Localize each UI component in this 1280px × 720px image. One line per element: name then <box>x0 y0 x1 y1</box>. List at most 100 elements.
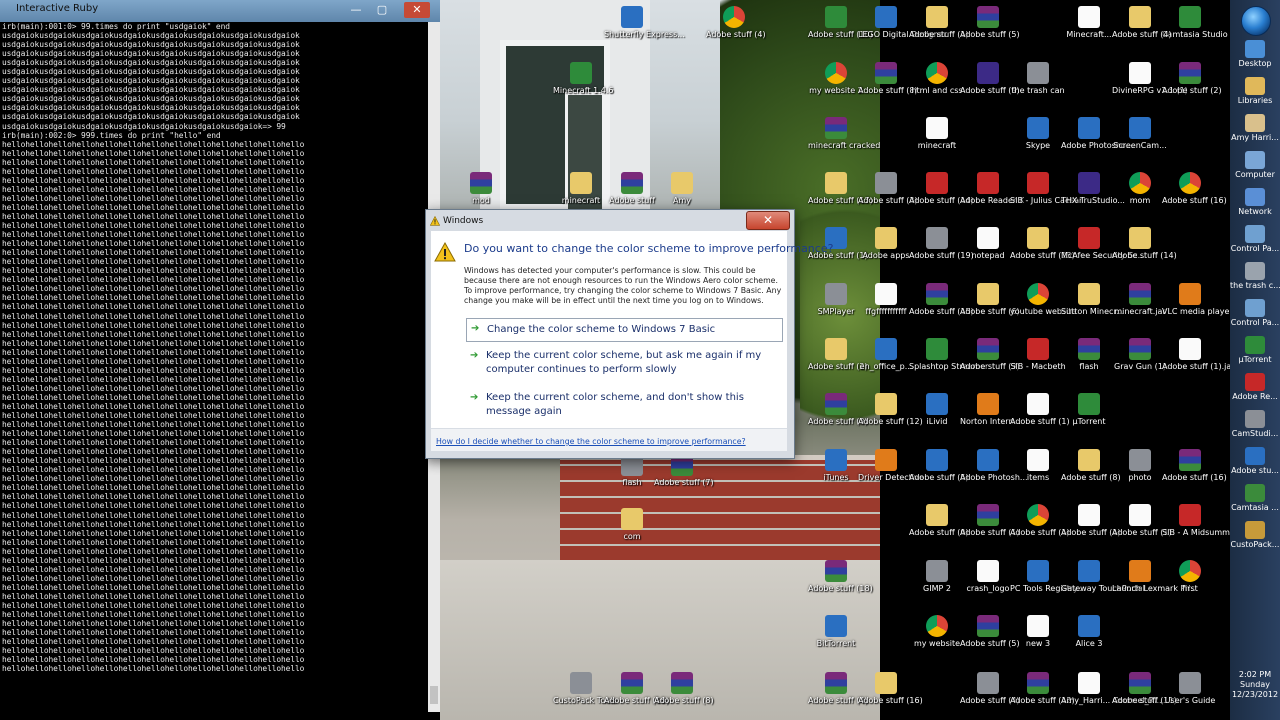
desktop-icon[interactable]: Adobe apps <box>858 227 914 261</box>
desktop-icon[interactable]: Adobe stuff (1) <box>1061 504 1121 538</box>
help-link[interactable]: How do I decide whether to change the co… <box>436 437 746 446</box>
option-keep-ask-again[interactable]: ➔ Keep the current color scheme, but ask… <box>466 349 781 379</box>
desktop-icon[interactable]: minecraft.jar <box>1112 283 1168 317</box>
desktop-icon[interactable]: Sutton Minecr... <box>1061 283 1124 317</box>
desktop-icon[interactable]: Adobe stuff (3) <box>808 393 868 427</box>
desktop-icon[interactable]: THX TruStudio... <box>1061 172 1125 206</box>
desktop-icon[interactable]: Adobe stuff (9) <box>909 504 969 538</box>
desktop-icon[interactable]: my website <box>909 615 965 649</box>
desktop-icon[interactable]: Adobe Photosho... <box>1061 117 1133 151</box>
desktop-icon[interactable]: Minecraft 1.4.6 <box>553 62 613 96</box>
taskbar-item[interactable]: Computer <box>1230 151 1280 179</box>
desktop-icon[interactable]: ffgfffffffffff <box>858 283 914 317</box>
desktop-icon[interactable]: crash_logo <box>960 560 1016 594</box>
desktop-icon[interactable]: html and css <box>909 62 965 96</box>
desktop-icon[interactable]: Adobe stuff (8) <box>654 672 714 706</box>
desktop-icon[interactable]: User's Guide <box>1162 672 1218 706</box>
desktop-icon[interactable]: items <box>1010 449 1066 483</box>
taskbar-item[interactable]: CamStudi... <box>1230 410 1280 438</box>
desktop-icon[interactable]: Adobe stuff (4) <box>808 672 868 706</box>
desktop-icon[interactable]: BitTorrent <box>808 615 864 649</box>
desktop-icon[interactable]: flash <box>1061 338 1117 372</box>
desktop-icon[interactable]: flash <box>604 454 660 488</box>
desktop-icon[interactable]: Adobe stuff (3) <box>960 338 1020 372</box>
desktop-icon[interactable]: my website 2 <box>808 62 864 96</box>
desktop-icon[interactable]: Adobe stuff (1) <box>1010 393 1070 427</box>
taskbar-item[interactable]: µTorrent <box>1230 336 1280 364</box>
desktop-icon[interactable]: Adobe stuff (19) <box>909 227 974 261</box>
desktop-icon[interactable]: Adobe stuff (1) <box>1112 504 1172 538</box>
desktop-icon[interactable]: Adobe stuff (16) <box>858 672 923 706</box>
desktop-icon[interactable]: iTunes <box>808 449 864 483</box>
desktop-icon[interactable]: Grav Gun (1) <box>1112 338 1168 372</box>
desktop-icon[interactable]: Alice 3 <box>1061 615 1117 649</box>
desktop-icon[interactable]: Amy <box>654 172 710 206</box>
desktop-icon[interactable]: Shutterfly Express... <box>604 6 685 40</box>
desktop-icon[interactable]: Driver Detective <box>858 449 924 483</box>
desktop-icon[interactable]: Adobe stuff <box>604 172 660 206</box>
desktop-icon[interactable]: GIMP 2 <box>909 560 965 594</box>
desktop-icon[interactable]: Skype <box>1010 117 1066 151</box>
desktop-icon[interactable]: minecraft <box>553 172 609 206</box>
desktop-icon[interactable]: µTorrent <box>1061 393 1117 427</box>
option-change-to-basic[interactable]: ➔ Change the color scheme to Windows 7 B… <box>466 318 783 342</box>
desktop-icon[interactable]: Gateway TouchPortal <box>1061 560 1145 594</box>
desktop-icon[interactable]: first <box>1162 560 1218 594</box>
desktop-icon[interactable]: SIB - Macbeth <box>1010 338 1066 372</box>
desktop-icon[interactable]: PC Tools Registry... <box>1010 560 1084 594</box>
desktop-icon[interactable]: Adobe stuff (1) <box>960 504 1020 538</box>
desktop-icon[interactable]: Adobe stuff (8) <box>1061 449 1121 483</box>
desktop-icon[interactable]: Minecraft... <box>1061 6 1117 40</box>
desktop-icon[interactable]: Adobe stuff (10) <box>808 6 873 40</box>
desktop-icon[interactable]: LEGO Digital Designer <box>858 6 947 40</box>
dialog-close-button[interactable]: ✕ <box>746 211 790 230</box>
option-keep-dont-show[interactable]: ➔ Keep the current color scheme, and don… <box>466 391 781 421</box>
desktop-icon[interactable]: Adobe stuff (10) <box>604 672 669 706</box>
desktop-icon[interactable]: Adobe Reader X <box>960 172 1024 206</box>
desktop-icon[interactable]: Adobe Photosh... <box>960 449 1028 483</box>
taskbar-item[interactable]: Adobe Re... <box>1230 373 1280 401</box>
desktop-icon[interactable]: Amy_Harri... Counsel_Ri... <box>1061 672 1164 706</box>
desktop-icon[interactable]: iLivid <box>909 393 965 427</box>
desktop-icon[interactable]: Adobe stuff (8) <box>858 62 918 96</box>
taskbar-item[interactable]: Amy Harri... <box>1230 114 1280 142</box>
desktop-icon[interactable]: Adobe stuff (12) <box>1010 672 1075 706</box>
desktop-icon[interactable]: Adobe stuff (15) <box>909 283 974 317</box>
desktop-icon[interactable]: VLC media player <box>1162 283 1233 317</box>
desktop-icon[interactable]: minecraft <box>909 117 965 151</box>
desktop-icon[interactable]: com <box>604 508 660 542</box>
maximize-button[interactable]: ▢ <box>370 2 394 18</box>
desktop-icon[interactable]: Adobe stuff (12) <box>858 393 923 427</box>
desktop-icon[interactable]: Adobe stuff (2) <box>808 338 868 372</box>
console-scroll-thumb[interactable] <box>430 686 438 704</box>
desktop-icon[interactable]: Adobe stuff (4) <box>706 6 766 40</box>
desktop-icon[interactable]: Adobe stuff (9) <box>960 62 1020 96</box>
desktop-icon[interactable]: Adobe stuff (14) <box>909 172 974 206</box>
desktop-icon[interactable]: Adobe stuff (2) <box>1162 62 1222 96</box>
desktop-icon[interactable]: Adobe stuff (17) <box>808 172 873 206</box>
taskbar-item[interactable]: the trash c... <box>1230 262 1280 290</box>
desktop-icon[interactable]: SIB - Julius Caesar <box>1010 172 1082 206</box>
desktop-icon[interactable]: Launch Lexmark Pri... <box>1112 560 1198 594</box>
desktop-icon[interactable]: Adobe stuff (18) <box>808 560 873 594</box>
desktop-icon[interactable]: Adobe stuff (4) <box>960 672 1020 706</box>
desktop-icon[interactable]: mod <box>453 172 509 206</box>
taskbar-item[interactable]: Desktop <box>1230 40 1280 68</box>
desktop-icon[interactable]: Adobe stuff (6) <box>960 283 1020 317</box>
desktop-icon[interactable]: en_office_p... <box>858 338 914 372</box>
desktop-icon[interactable]: Adobe stuff (5) <box>960 6 1020 40</box>
desktop-icon[interactable]: Adobe stuff (11) <box>1112 672 1177 706</box>
start-button[interactable] <box>1241 6 1271 36</box>
desktop-icon[interactable]: new 3 <box>1010 615 1066 649</box>
taskbar-clock[interactable]: 2:02 PM Sunday 12/23/2012 <box>1230 670 1280 700</box>
desktop-icon[interactable]: mom <box>1112 172 1168 206</box>
desktop-icon[interactable]: photo <box>1112 449 1168 483</box>
desktop-icon[interactable]: youtube website <box>1010 283 1076 317</box>
desktop-icon[interactable]: Adobe stuff (15) <box>1010 227 1075 261</box>
desktop-icon[interactable]: the trash can <box>1010 62 1066 96</box>
taskbar-item[interactable]: Network <box>1230 188 1280 216</box>
taskbar-item[interactable]: CustoPack... <box>1230 521 1280 549</box>
taskbar-item[interactable]: Adobe stu... <box>1230 447 1280 475</box>
desktop-icon[interactable]: Adobe stuff (5) <box>960 615 1020 649</box>
desktop-icon[interactable]: DivineRPG v1.1 (1) <box>1112 62 1188 96</box>
